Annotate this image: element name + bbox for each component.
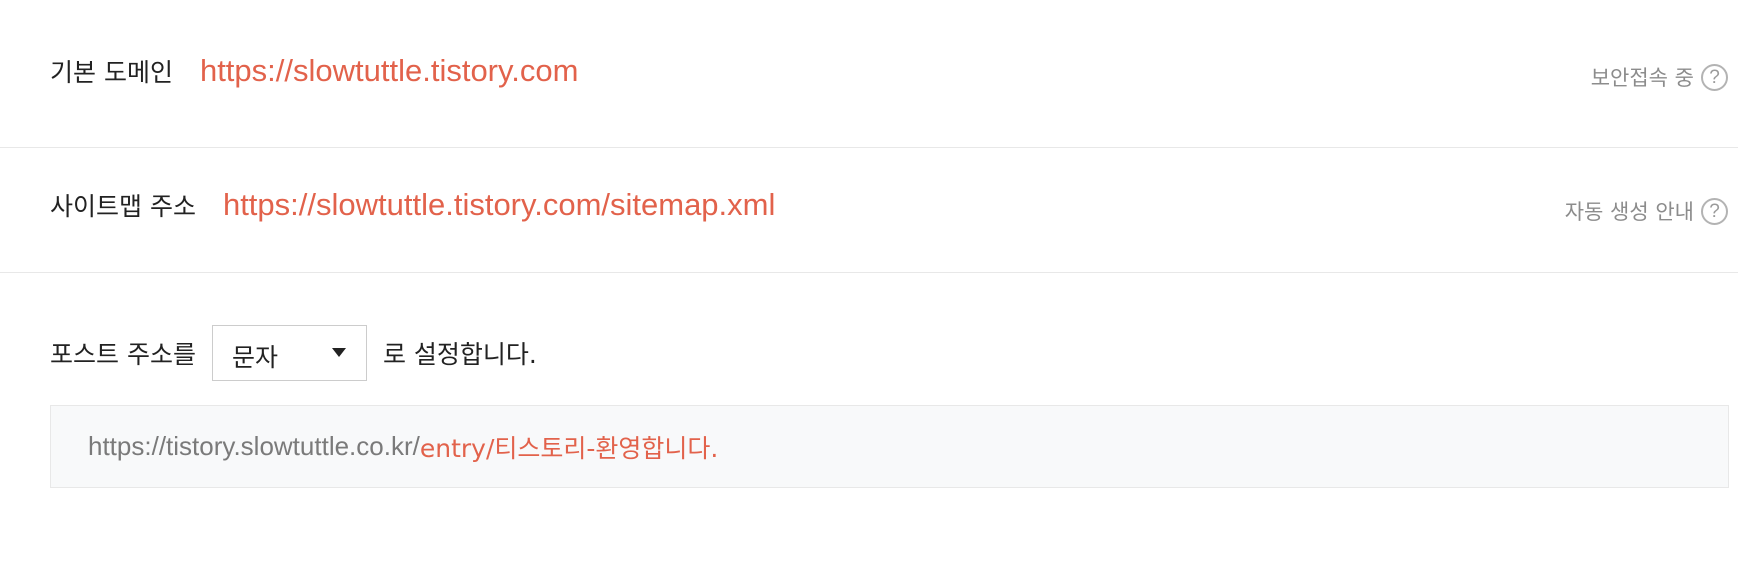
caret-down-icon (331, 348, 346, 357)
sitemap-group: 사이트맵 주소 https://slowtuttle.tistory.com/s… (50, 187, 775, 223)
auto-generate-help[interactable]: 자동 생성 안내 ? (1565, 196, 1728, 226)
post-address-row: 포스트 주소를 문자 로 설정합니다. https://tistory.slow… (0, 274, 1738, 561)
default-domain-url[interactable]: https://slowtuttle.tistory.com (200, 53, 578, 89)
default-domain-label: 기본 도메인 (50, 58, 173, 87)
post-address-preview: https://tistory.slowtuttle.co.kr/ entry/… (50, 405, 1729, 488)
post-address-suffix: 로 설정합니다. (382, 340, 537, 369)
default-domain-group: 기본 도메인 https://slowtuttle.tistory.com (50, 53, 578, 89)
secure-connection-text: 보안접속 중 (1590, 66, 1694, 90)
preview-base-url: https://tistory.slowtuttle.co.kr/ (88, 431, 420, 461)
sitemap-url[interactable]: https://slowtuttle.tistory.com/sitemap.x… (223, 187, 775, 223)
preview-entry-path: entry/티스토리-환영합니다. (419, 433, 719, 463)
default-domain-row: 기본 도메인 https://slowtuttle.tistory.com 보안… (0, 0, 1738, 148)
auto-generate-text: 자동 생성 안내 (1564, 200, 1694, 224)
post-address-prefix: 포스트 주소를 (50, 340, 196, 369)
post-address-type-select[interactable]: 문자 (211, 325, 367, 381)
question-circle-icon[interactable]: ? (1701, 63, 1728, 91)
secure-connection-help[interactable]: 보안접속 중 ? (1591, 62, 1728, 92)
sitemap-label: 사이트맵 주소 (50, 192, 196, 221)
sitemap-row: 사이트맵 주소 https://slowtuttle.tistory.com/s… (0, 149, 1738, 273)
post-address-type-value: 문자 (231, 343, 278, 372)
question-circle-icon[interactable]: ? (1701, 197, 1728, 225)
post-address-setting: 포스트 주소를 문자 로 설정합니다. (50, 325, 537, 381)
